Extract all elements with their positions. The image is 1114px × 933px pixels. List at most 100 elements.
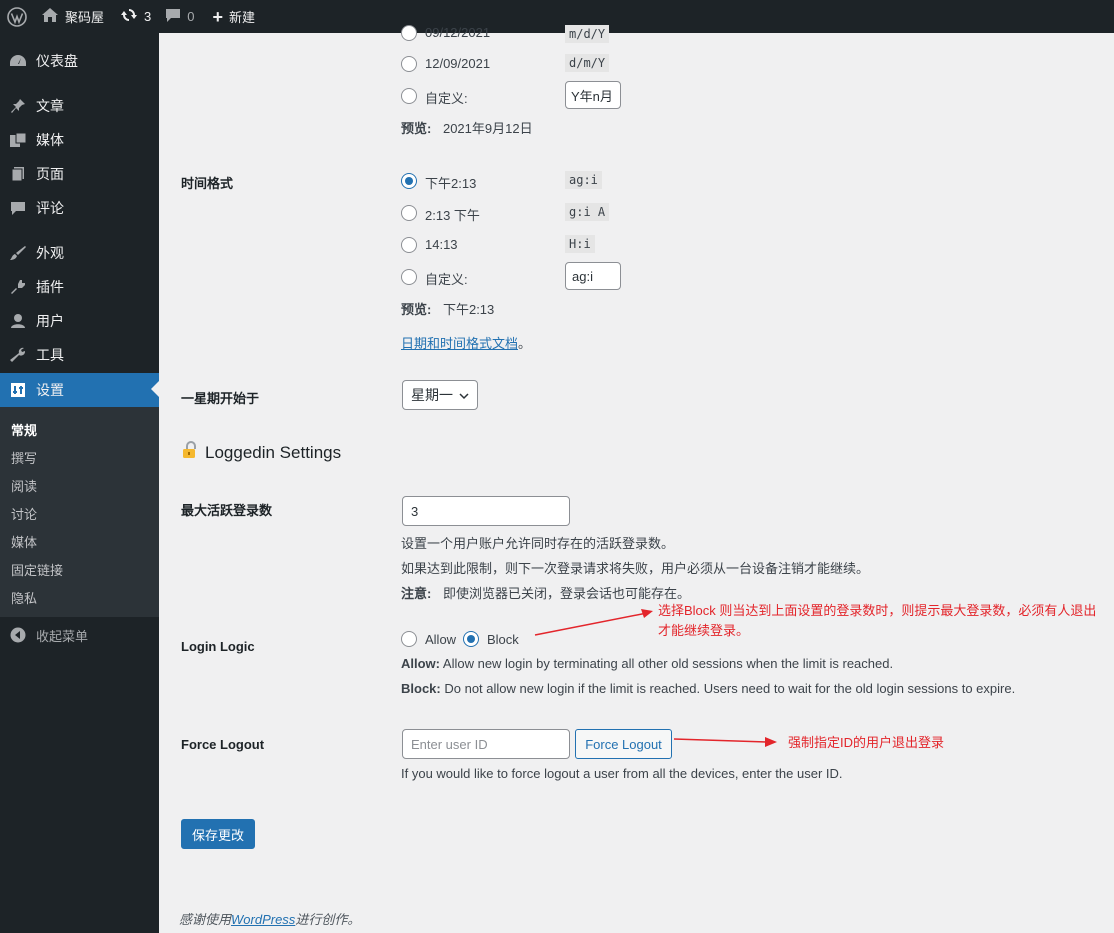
updates-icon — [120, 7, 138, 26]
menu-posts[interactable]: 文章 — [0, 89, 159, 123]
loggedin-section-title: Loggedin Settings — [181, 441, 341, 464]
max-logins-heading: 最大活跃登录数 — [181, 503, 273, 518]
time-format-label-custom: 自定义: — [425, 272, 468, 287]
menu-tools[interactable]: 工具 — [0, 338, 159, 372]
block-desc-text: Do not allow new login if the limit is r… — [444, 681, 1016, 696]
time-format-custom-input[interactable]: ag:i — [565, 262, 621, 290]
submenu-reading[interactable]: 阅读 — [11, 476, 37, 495]
user-icon — [0, 313, 36, 329]
collapse-label: 收起菜单 — [36, 628, 89, 644]
max-logins-input[interactable]: 3 — [402, 496, 570, 526]
menu-dashboard[interactable]: 仪表盘 — [0, 44, 159, 78]
force-logout-heading: Force Logout — [181, 737, 265, 752]
date-format-label-dmy: 12/09/2021 — [425, 56, 491, 71]
menu-users[interactable]: 用户 — [0, 304, 159, 338]
submenu-discussion[interactable]: 讨论 — [11, 504, 37, 523]
menu-comments[interactable]: 评论 — [0, 191, 159, 225]
doc-link-suffix: 。 — [518, 336, 532, 351]
pin-icon — [0, 98, 36, 114]
updates-count: 3 — [144, 9, 152, 24]
time-preview-value: 下午2:13 — [442, 302, 495, 317]
comment-icon — [0, 200, 36, 216]
menu-label: 媒体 — [36, 132, 64, 148]
date-format-label-mdy: 09/12/2021 — [425, 25, 491, 40]
menu-label: 工具 — [36, 347, 64, 363]
menu-label: 评论 — [36, 200, 64, 216]
login-logic-radio-block[interactable] — [463, 631, 479, 647]
annotation-arrow-icon — [673, 737, 777, 747]
site-name-link[interactable]: 聚码屋 — [33, 0, 110, 33]
login-logic-radio-allow[interactable] — [401, 631, 417, 647]
doc-link-line: 日期和时间格式文档。 — [401, 333, 531, 352]
comments-link[interactable]: 0 — [157, 0, 200, 33]
site-name: 聚码屋 — [65, 10, 105, 25]
save-changes-button[interactable]: 保存更改 — [181, 819, 255, 849]
submenu-general[interactable]: 常规 — [11, 420, 37, 439]
time-format-label-ag-i: 下午2:13 — [425, 176, 477, 191]
submenu-privacy[interactable]: 隐私 — [11, 588, 37, 607]
time-format-radio-custom[interactable] — [401, 269, 417, 285]
time-format-code-h-i: H:i — [565, 235, 595, 253]
media-icon — [0, 132, 36, 148]
wordpress-link[interactable]: WordPress — [231, 912, 295, 927]
time-format-code-ag-i: ag:i — [565, 171, 602, 189]
time-format-radio-g-i-a[interactable] — [401, 205, 417, 221]
week-start-select[interactable]: 星期一 — [402, 380, 478, 410]
date-format-radio-custom[interactable] — [401, 88, 417, 104]
comment-icon — [165, 7, 181, 26]
time-format-radio-ag-i[interactable] — [401, 173, 417, 189]
collapse-menu-button[interactable]: 收起菜单 — [0, 625, 88, 645]
lock-icon — [181, 441, 199, 464]
plugin-icon — [0, 279, 36, 295]
time-format-label-g-i-a: 2:13 下午 — [425, 208, 480, 223]
new-label: 新建 — [229, 10, 256, 25]
time-format-heading: 时间格式 — [181, 176, 234, 191]
new-content-link[interactable]: + 新建 — [200, 0, 261, 33]
date-time-doc-link[interactable]: 日期和时间格式文档 — [401, 336, 518, 351]
max-logins-desc2: 如果达到此限制，则下一次登录请求将失败，用户必须从一台设备注销才能继续。 — [401, 561, 870, 576]
menu-settings[interactable]: 设置 — [0, 373, 159, 407]
force-logout-user-id-input[interactable]: Enter user ID — [402, 729, 570, 759]
chevron-down-icon — [459, 387, 469, 403]
date-format-radio-dmy[interactable] — [401, 56, 417, 72]
menu-label: 文章 — [36, 98, 64, 114]
submenu-media[interactable]: 媒体 — [11, 532, 37, 551]
submenu-permalinks[interactable]: 固定链接 — [11, 560, 63, 579]
login-logic-label-block: Block — [487, 632, 519, 647]
annotation-block-note: 选择Block 则当达到上面设置的登录数时，则提示最大登录数，必须有人退出 才能… — [658, 601, 1108, 641]
date-format-label-custom: 自定义: — [425, 91, 468, 106]
time-format-radio-h-i[interactable] — [401, 237, 417, 253]
menu-appearance[interactable]: 外观 — [0, 236, 159, 270]
menu-label: 外观 — [36, 245, 64, 261]
menu-label: 页面 — [36, 166, 64, 182]
time-preview-label: 预览: — [401, 302, 432, 317]
date-format-code-mdy: m/d/Y — [565, 25, 610, 43]
submenu-writing[interactable]: 撰写 — [11, 448, 37, 467]
date-format-radio-mdy[interactable] — [401, 25, 417, 41]
menu-plugins[interactable]: 插件 — [0, 270, 159, 304]
time-format-code-g-i-a: g:i A — [565, 203, 610, 221]
max-logins-desc1: 设置一个用户账户允许同时存在的活跃登录数。 — [401, 536, 675, 551]
force-logout-button[interactable]: Force Logout — [575, 729, 672, 759]
annotation-block-note-line2: 才能继续登录。 — [658, 623, 750, 638]
menu-media[interactable]: 媒体 — [0, 123, 159, 157]
time-format-label-h-i: 14:13 — [425, 237, 458, 252]
admin-bar: 聚码屋 3 0 + 新建 — [0, 0, 1114, 33]
allow-desc-label: Allow: — [401, 656, 440, 671]
settings-icon — [0, 382, 36, 398]
annotation-force-note: 强制指定ID的用户退出登录 — [788, 735, 945, 750]
wrench-icon — [0, 347, 36, 363]
admin-sidebar: 仪表盘 文章 媒体 页面 评论 外观 插件 用户 工具 设置 常规 撰写 阅读 … — [0, 33, 159, 933]
week-start-heading: 一星期开始于 — [181, 391, 260, 406]
brush-icon — [0, 245, 36, 261]
updates-link[interactable]: 3 — [110, 0, 157, 33]
wordpress-icon[interactable] — [0, 0, 33, 33]
loggedin-section-title-text: Loggedin Settings — [205, 442, 342, 462]
max-logins-note: 注意: 即使浏览器已关闭，登录会话也可能存在。 — [401, 583, 690, 602]
annotation-arrow-icon — [534, 609, 653, 636]
menu-pages[interactable]: 页面 — [0, 157, 159, 191]
menu-label: 插件 — [36, 279, 64, 295]
date-preview-value: 2021年9月12日 — [442, 121, 533, 136]
time-preview: 预览: 下午2:13 — [401, 299, 494, 318]
date-format-custom-input[interactable]: Y年n月 — [565, 81, 621, 109]
